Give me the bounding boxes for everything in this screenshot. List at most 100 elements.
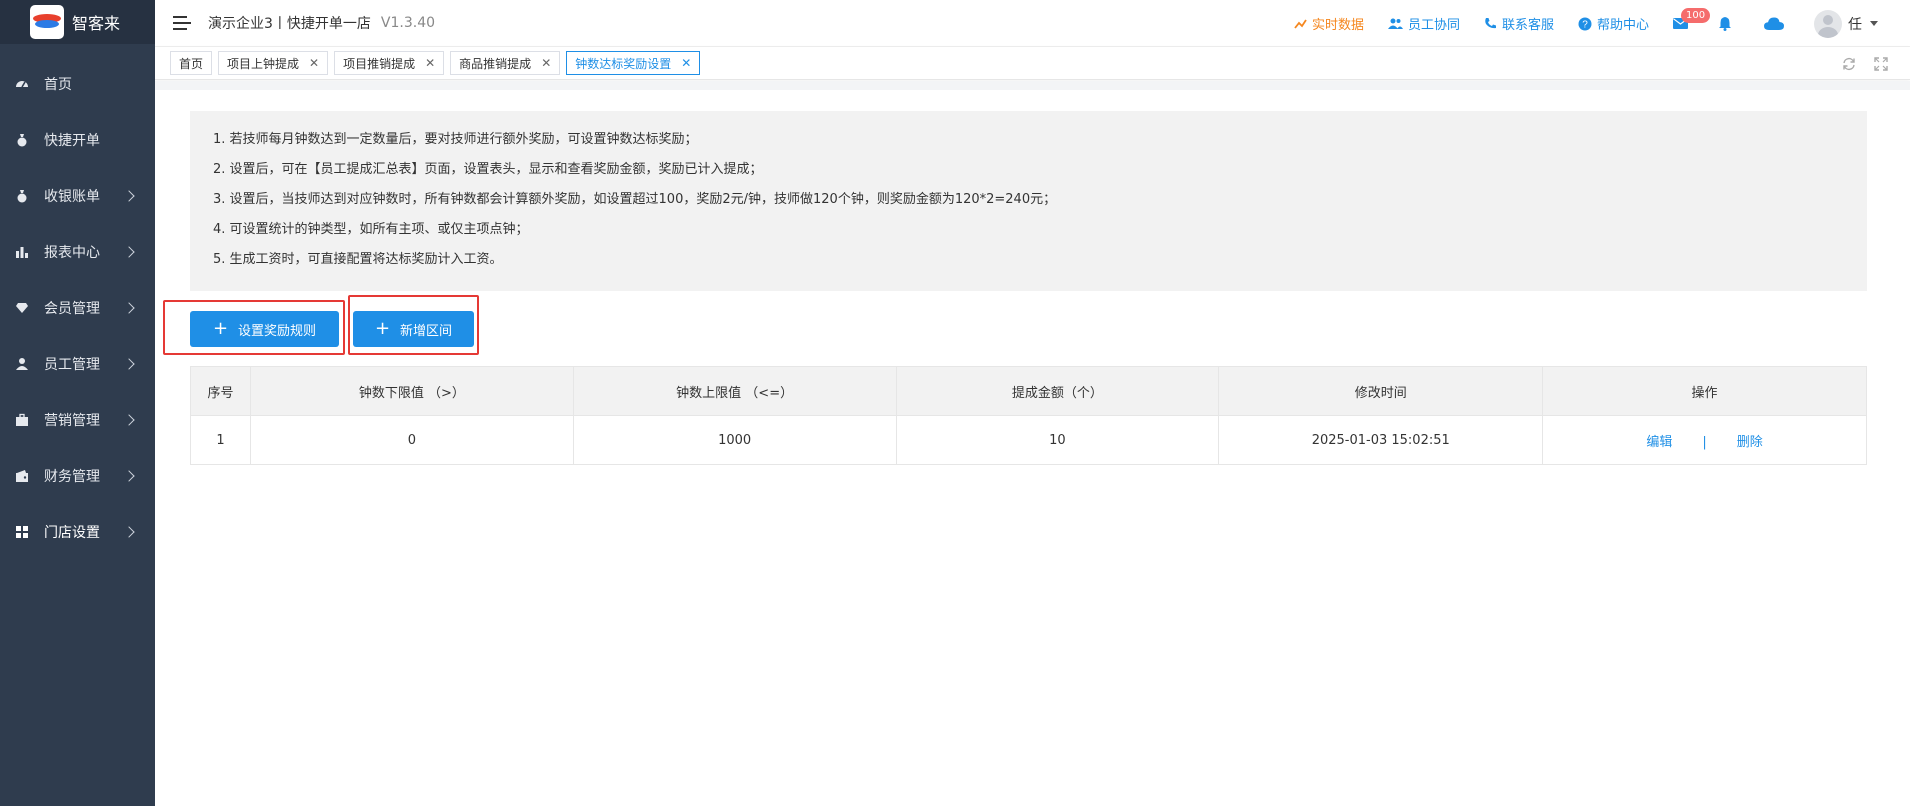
- bar-chart-icon: [14, 244, 30, 260]
- column-header: 修改时间: [1218, 366, 1544, 416]
- sidebar-item-label: 首页: [44, 77, 72, 93]
- help-circle-icon: ?: [1578, 17, 1592, 30]
- trend-icon: [1294, 19, 1307, 29]
- notice-line: 1. 若技师每月钟数达到一定数量后，要对技师进行额外奖励，可设置钟数达标奖励；: [213, 132, 698, 147]
- version-label: V1.3.40: [380, 15, 436, 31]
- tab-label: 项目上钟提成: [227, 56, 300, 71]
- cell-lower: 0: [249, 415, 574, 465]
- sidebar-item-quick-order[interactable]: 快捷开单: [0, 112, 155, 168]
- sidebar-item-label: 快捷开单: [44, 133, 100, 149]
- main-content: 1. 若技师每月钟数达到一定数量后，要对技师进行额外奖励，可设置钟数达标奖励； …: [155, 81, 1910, 806]
- header-actions: 实时数据 员工协同 联系客服 ? 帮助中心 100 任: [1294, 0, 1910, 47]
- help-center-link[interactable]: ? 帮助中心: [1578, 14, 1649, 33]
- sidebar-item-reports[interactable]: 报表中心: [0, 224, 155, 280]
- set-reward-rule-label: 设置奖励规则: [238, 323, 317, 339]
- sidebar-item-cash-bills[interactable]: 收银账单: [0, 168, 155, 224]
- bell-icon: [1719, 17, 1731, 31]
- chevron-right-icon: [123, 470, 135, 482]
- diamond-icon: [14, 300, 30, 316]
- user-menu[interactable]: 任: [1814, 9, 1878, 38]
- column-header: 序号: [190, 366, 251, 416]
- sidebar-item-finance[interactable]: 财务管理: [0, 448, 155, 504]
- sidebar-item-label: 报表中心: [44, 245, 100, 261]
- close-icon[interactable]: ✕: [681, 56, 691, 70]
- tab-product-sales-commission[interactable]: 商品推销提成 ✕: [450, 51, 561, 75]
- add-range-button[interactable]: + 新增区间: [353, 311, 474, 347]
- mail-badge: 100: [1681, 8, 1711, 23]
- chevron-right-icon: [123, 302, 135, 314]
- cloud-button[interactable]: [1764, 17, 1784, 30]
- avatar: [1814, 9, 1842, 38]
- brand-logo: [30, 5, 64, 39]
- notice-line: 5. 生成工资时，可直接配置将达标奖励计入工资。: [213, 252, 503, 267]
- sidebar-item-staff[interactable]: 员工管理: [0, 336, 155, 392]
- table-row: 1 0 1000 10 2025-01-03 15:02:51 编辑 | 删除: [190, 415, 1867, 465]
- tab-clock-reward-settings[interactable]: 钟数达标奖励设置 ✕: [566, 51, 701, 75]
- tabs-bar: 首页 项目上钟提成 ✕ 项目推销提成 ✕ 商品推销提成 ✕ 钟数达标奖励设置 ✕: [155, 47, 1910, 80]
- phone-icon: [1485, 18, 1496, 29]
- sidebar: 智客来 首页 快捷开单 收银账单 报表中心 会员管理 员工管理 营销管理 财务管…: [0, 0, 155, 806]
- contact-support-label: 联系客服: [1501, 18, 1554, 33]
- tab-home[interactable]: 首页: [170, 51, 213, 75]
- reward-range-table: 序号 钟数下限值 （>） 钟数上限值 （<=） 提成金额（个） 修改时间 操作 …: [190, 366, 1867, 465]
- sidebar-item-store-settings[interactable]: 门店设置: [0, 504, 155, 560]
- tab-label: 钟数达标奖励设置: [575, 56, 672, 71]
- plus-icon: +: [212, 318, 229, 339]
- sidebar-item-label: 员工管理: [44, 357, 100, 373]
- sidebar-item-home[interactable]: 首页: [0, 56, 155, 112]
- sidebar-item-members[interactable]: 会员管理: [0, 280, 155, 336]
- contact-support-link[interactable]: 联系客服: [1484, 14, 1554, 33]
- tab-project-clock-commission[interactable]: 项目上钟提成 ✕: [218, 51, 329, 75]
- column-header: 操作: [1542, 366, 1867, 416]
- top-header: 演示企业3丨快捷开单一店 V1.3.40 实时数据 员工协同 联系客服 ? 帮助…: [155, 0, 1910, 47]
- set-reward-rule-button[interactable]: + 设置奖励规则: [190, 311, 339, 347]
- sidebar-item-marketing[interactable]: 营销管理: [0, 392, 155, 448]
- sidebar-item-label: 营销管理: [44, 413, 100, 429]
- tab-project-sales-commission[interactable]: 项目推销提成 ✕: [334, 51, 445, 75]
- grid-icon: [14, 524, 30, 540]
- close-icon[interactable]: ✕: [425, 56, 435, 70]
- sidebar-item-label: 门店设置: [44, 525, 100, 541]
- refresh-icon[interactable]: [1842, 57, 1856, 71]
- cell-modified: 2025-01-03 15:02:51: [1218, 415, 1544, 465]
- cloud-icon: [1764, 17, 1784, 30]
- close-icon[interactable]: ✕: [309, 56, 319, 70]
- users-icon: [1387, 18, 1403, 29]
- edit-link[interactable]: 编辑: [1646, 435, 1672, 450]
- add-range-label: 新增区间: [400, 323, 453, 339]
- dashboard-icon: [14, 76, 30, 92]
- user-icon: [14, 356, 30, 372]
- money-bag-icon: [14, 188, 30, 204]
- realtime-data-link[interactable]: 实时数据: [1294, 14, 1364, 33]
- sidebar-item-label: 财务管理: [44, 469, 100, 485]
- fullscreen-icon[interactable]: [1874, 56, 1888, 71]
- delete-link[interactable]: 删除: [1737, 435, 1763, 450]
- tab-label: 商品推销提成: [459, 56, 532, 71]
- chevron-right-icon: [123, 526, 135, 538]
- chevron-right-icon: [123, 190, 135, 202]
- sidebar-item-label: 会员管理: [44, 301, 100, 317]
- money-bag-icon: [14, 132, 30, 148]
- brand[interactable]: 智客来: [0, 0, 155, 44]
- brand-name: 智客来: [72, 14, 121, 33]
- staff-collab-link[interactable]: 员工协同: [1387, 14, 1460, 33]
- notice-panel: 1. 若技师每月钟数达到一定数量后，要对技师进行额外奖励，可设置钟数达标奖励； …: [190, 111, 1867, 291]
- caret-down-icon: [1870, 21, 1878, 26]
- tab-label: 项目推销提成: [343, 56, 416, 71]
- close-icon[interactable]: ✕: [541, 56, 551, 70]
- briefcase-icon: [14, 412, 30, 428]
- chevron-right-icon: [123, 246, 135, 258]
- chevron-right-icon: [123, 414, 135, 426]
- plus-icon: +: [374, 318, 391, 339]
- cell-index: 1: [190, 415, 251, 465]
- page-title: 演示企业3丨快捷开单一店: [208, 16, 371, 32]
- notification-button[interactable]: [1718, 16, 1732, 31]
- mail-button[interactable]: 100: [1673, 8, 1711, 29]
- wallet-icon: [14, 468, 30, 484]
- notice-line: 2. 设置后，可在【员工提成汇总表】页面，设置表头，显示和查看奖励金额，奖励已计…: [213, 162, 763, 177]
- svg-text:?: ?: [1582, 19, 1588, 30]
- menu-toggle-icon[interactable]: [173, 16, 191, 30]
- sidebar-item-label: 收银账单: [44, 189, 100, 205]
- column-header: 提成金额（个）: [895, 366, 1220, 416]
- sidebar-menu: 首页 快捷开单 收银账单 报表中心 会员管理 员工管理 营销管理 财务管理 门店…: [0, 44, 155, 560]
